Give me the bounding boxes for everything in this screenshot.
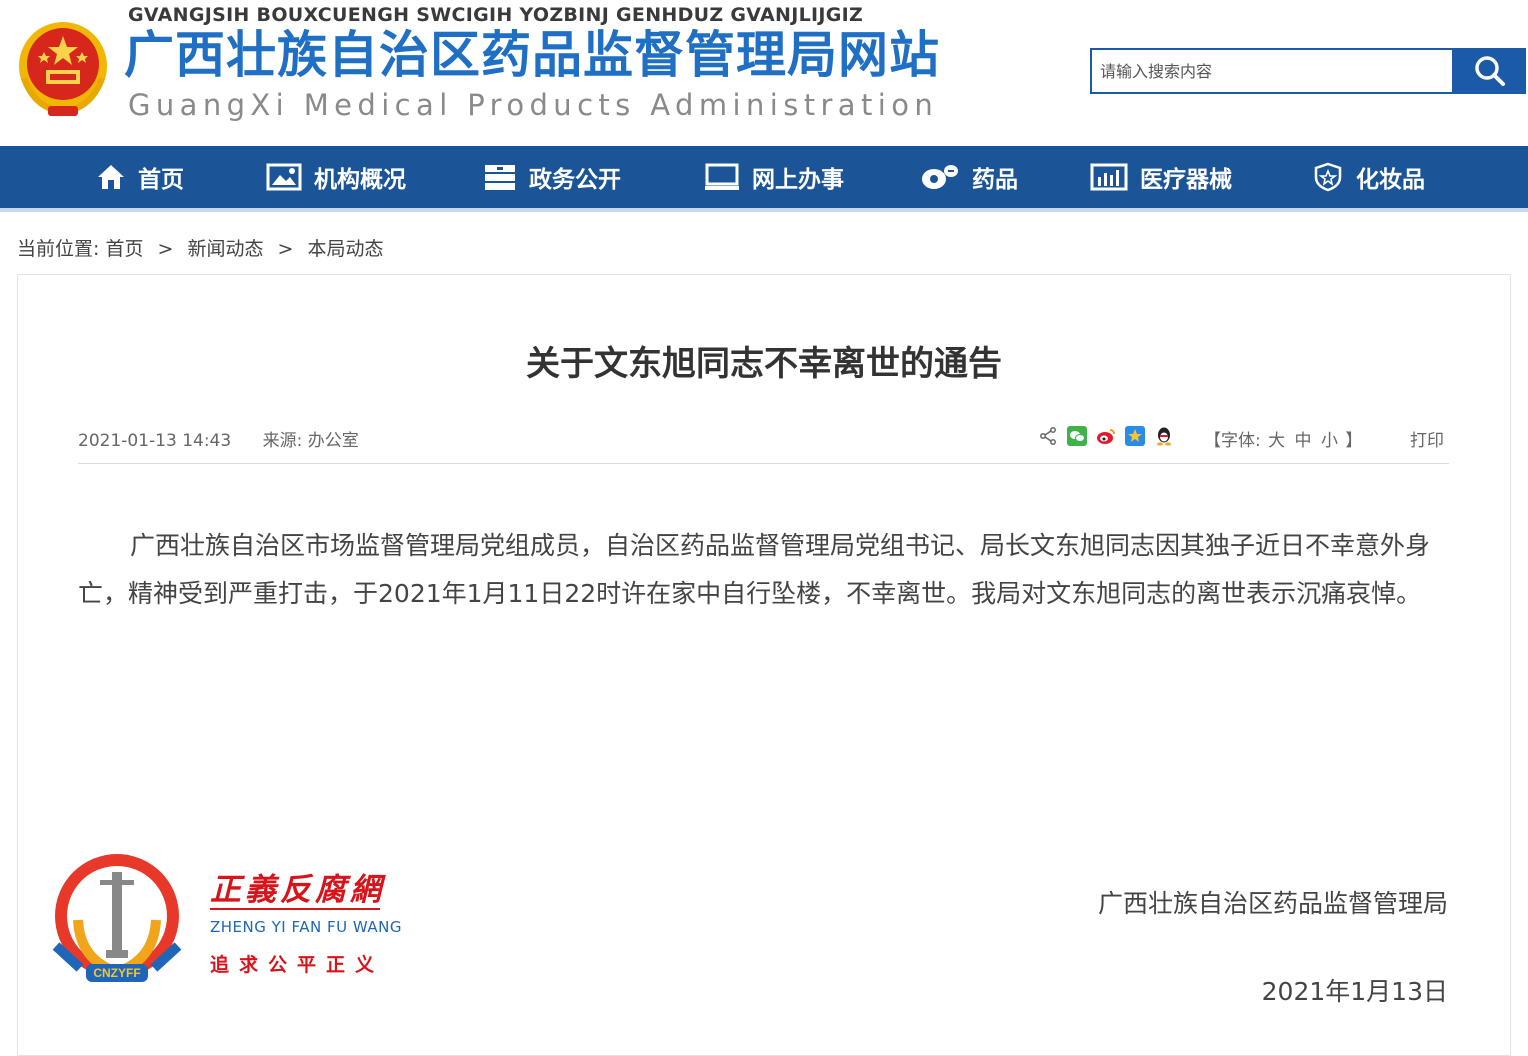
nav-item-drugs[interactable]: 药品 bbox=[920, 146, 1018, 208]
breadcrumb-separator: > bbox=[277, 238, 294, 260]
breadcrumb-link-news[interactable]: 新闻动态 bbox=[187, 238, 263, 260]
weibo-icon[interactable] bbox=[1096, 426, 1116, 446]
font-size-prefix: 【字体: bbox=[1204, 431, 1261, 451]
article-meta: 2021-01-13 14:43 来源: 办公室 bbox=[78, 426, 359, 451]
nav-item-online-services[interactable]: 网上办事 bbox=[704, 146, 844, 208]
breadcrumb-prefix: 当前位置: bbox=[17, 238, 100, 260]
font-size-small[interactable]: 小 bbox=[1321, 431, 1338, 451]
national-emblem-icon[interactable] bbox=[14, 18, 112, 120]
search-button[interactable] bbox=[1454, 48, 1526, 94]
nav-label: 网上办事 bbox=[752, 167, 844, 193]
watermark-slogan: 追求公平正义 bbox=[210, 954, 385, 976]
nav-label: 医疗器械 bbox=[1140, 167, 1232, 193]
site-header: GVANGJSIH BOUXCUENGH SWCIGIH YOZBINJ GEN… bbox=[0, 0, 1528, 146]
nav-label: 政务公开 bbox=[529, 167, 621, 193]
font-size-medium[interactable]: 中 bbox=[1295, 431, 1312, 451]
site-title-english: GuangXi Medical Products Administration bbox=[128, 88, 939, 122]
monitor-icon bbox=[705, 163, 739, 190]
breadcrumb-separator: > bbox=[157, 238, 174, 260]
watermark-emblem-text: CNZYFF bbox=[93, 966, 140, 980]
nav-item-cosmetics[interactable]: 化妆品 bbox=[1312, 146, 1425, 208]
nav-label: 机构概况 bbox=[314, 167, 406, 193]
breadcrumb-link-home[interactable]: 首页 bbox=[105, 238, 143, 260]
wechat-icon[interactable] bbox=[1067, 426, 1087, 446]
publish-datetime: 2021-01-13 14:43 bbox=[78, 431, 232, 451]
main-nav: 首页 机构概况 政务公开 网上办事 药品 医疗器械 化妆品 bbox=[0, 146, 1528, 212]
watermark-title: 正義反腐網 bbox=[210, 872, 385, 908]
shield-icon bbox=[1314, 162, 1342, 192]
nav-label: 化妆品 bbox=[1356, 167, 1425, 193]
article-panel bbox=[17, 274, 1511, 1056]
qzone-icon[interactable] bbox=[1125, 426, 1145, 446]
nav-label: 首页 bbox=[138, 167, 184, 193]
search-box bbox=[1090, 48, 1454, 94]
share-icon[interactable] bbox=[1038, 426, 1058, 446]
search-icon bbox=[1475, 56, 1505, 86]
share-bar bbox=[1038, 426, 1183, 446]
article-sign-date: 2021年1月13日 bbox=[1261, 977, 1448, 1006]
bar-chart-icon bbox=[1090, 163, 1128, 191]
pill-icon bbox=[922, 165, 958, 189]
document-stack-icon bbox=[485, 165, 515, 190]
meta-divider bbox=[78, 463, 1449, 464]
print-link[interactable]: 打印 bbox=[1410, 426, 1444, 451]
article-signature: 广西壮族自治区药品监督管理局 bbox=[1097, 889, 1448, 918]
breadcrumb: 当前位置: 首页 > 新闻动态 > 本局动态 bbox=[17, 234, 384, 261]
nav-label: 药品 bbox=[972, 167, 1018, 193]
minority-language-name: GVANGJSIH BOUXCUENGH SWCIGIH YOZBINJ GEN… bbox=[128, 4, 864, 26]
font-size-selector: 【字体: 大 中 小 】 bbox=[1204, 426, 1362, 451]
article-body: 广西壮族自治区市场监督管理局党组成员，自治区药品监督管理局党组书记、局长文东旭同… bbox=[78, 531, 1431, 608]
nav-item-medical-devices[interactable]: 医疗器械 bbox=[1090, 146, 1232, 208]
qq-icon[interactable] bbox=[1154, 426, 1174, 446]
nav-item-institution[interactable]: 机构概况 bbox=[266, 146, 406, 208]
font-size-suffix: 】 bbox=[1345, 431, 1363, 451]
watermark-emblem-icon: CNZYFF bbox=[52, 854, 182, 982]
article-title: 关于文东旭同志不幸离世的通告 bbox=[526, 344, 1002, 384]
watermark-rule bbox=[210, 908, 380, 910]
font-size-large[interactable]: 大 bbox=[1268, 431, 1285, 451]
search-input[interactable] bbox=[1092, 50, 1448, 92]
article-source: 来源: 办公室 bbox=[262, 431, 359, 451]
watermark-pinyin: ZHENG YI FAN FU WANG bbox=[210, 918, 402, 936]
nav-item-government-affairs[interactable]: 政务公开 bbox=[483, 146, 621, 208]
site-title[interactable]: 广西壮族自治区药品监督管理局网站 bbox=[124, 24, 940, 86]
picture-icon bbox=[266, 163, 302, 191]
nav-item-home[interactable]: 首页 bbox=[96, 146, 184, 208]
home-icon bbox=[98, 165, 124, 189]
breadcrumb-link-bureau-news[interactable]: 本局动态 bbox=[308, 238, 384, 260]
